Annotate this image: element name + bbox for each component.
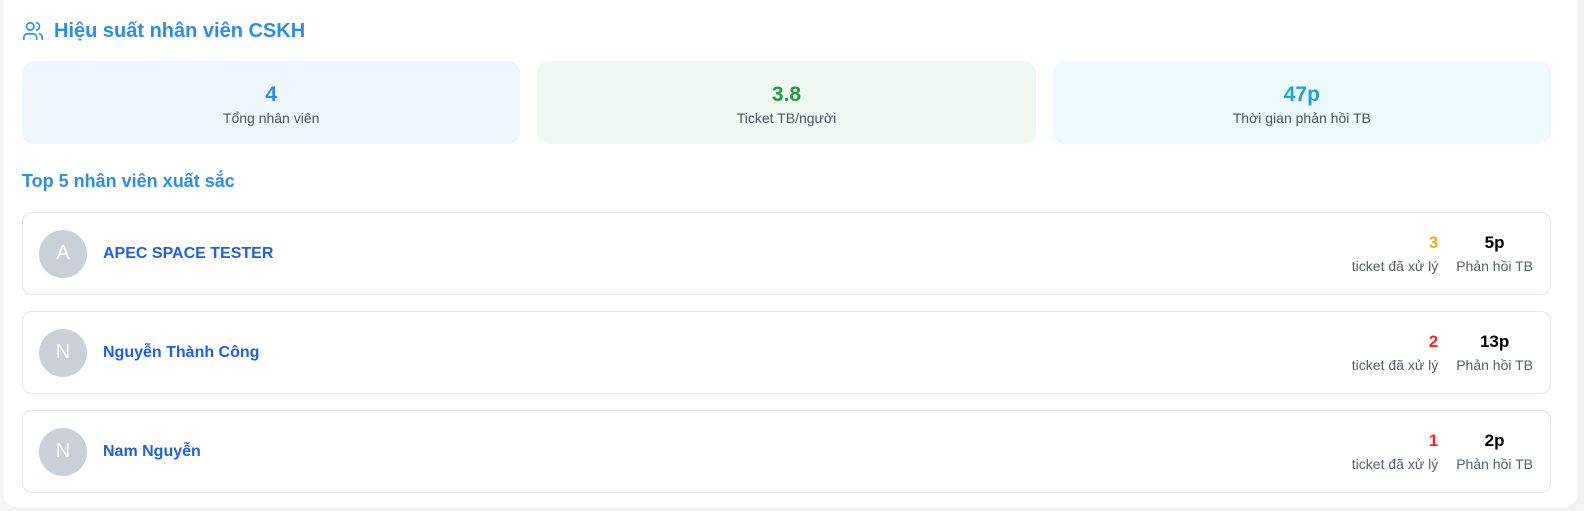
tickets-label: ticket đã xử lý xyxy=(1351,357,1439,373)
stat-value: 3.8 xyxy=(771,83,802,106)
list-item[interactable]: N Nguyễn Thành Công 2 ticket đã xử lý 13… xyxy=(22,311,1551,394)
tickets-label: ticket đã xử lý xyxy=(1351,258,1439,274)
response-label: Phản hồi TB xyxy=(1456,258,1533,274)
response-label: Phản hồi TB xyxy=(1456,357,1533,373)
avatar: N xyxy=(39,328,87,377)
staff-performance-panel: Hiệu suất nhân viên CSKH 4 Tổng nhân viê… xyxy=(3,0,1578,507)
stat-label: Thời gian phản hồi TB xyxy=(1232,110,1371,126)
stat-label: Ticket TB/người xyxy=(736,110,837,126)
tickets-count: 3 xyxy=(1428,233,1439,252)
list-item[interactable]: N Nam Nguyễn 1 ticket đã xử lý 2p Phản h… xyxy=(22,410,1551,493)
response-metric: 5p Phản hồi TB xyxy=(1456,233,1533,274)
response-time: 2p xyxy=(1484,431,1505,450)
avatar: A xyxy=(39,229,87,278)
top-employees-list: A APEC SPACE TESTER 3 ticket đã xử lý 5p… xyxy=(22,212,1551,509)
tickets-label: ticket đã xử lý xyxy=(1351,456,1439,472)
tickets-metric: 2 ticket đã xử lý xyxy=(1352,332,1438,373)
avatar: N xyxy=(39,427,87,476)
response-metric: 13p Phản hồi TB xyxy=(1456,332,1533,373)
employee-name[interactable]: Nguyễn Thành Công xyxy=(103,344,1352,362)
tickets-count: 1 xyxy=(1428,431,1439,450)
response-metric: 2p Phản hồi TB xyxy=(1456,431,1533,472)
stat-avg-response: 47p Thời gian phản hồi TB xyxy=(1052,61,1551,144)
stat-avg-tickets: 3.8 Ticket TB/người xyxy=(537,61,1036,144)
tickets-metric: 3 ticket đã xử lý xyxy=(1352,233,1438,274)
stat-value: 4 xyxy=(265,83,277,106)
response-time: 13p xyxy=(1479,332,1510,351)
section-title: Top 5 nhân viên xuất sắc xyxy=(22,171,235,191)
stat-value: 47p xyxy=(1283,83,1320,106)
stat-total-staff: 4 Tổng nhân viên xyxy=(22,61,521,144)
employee-name[interactable]: APEC SPACE TESTER xyxy=(103,245,1352,263)
summary-stats: 4 Tổng nhân viên 3.8 Ticket TB/người 47p… xyxy=(22,61,1551,144)
panel-title: Hiệu suất nhân viên CSKH xyxy=(54,19,306,42)
response-label: Phản hồi TB xyxy=(1456,456,1533,472)
stat-label: Tổng nhân viên xyxy=(222,110,320,126)
response-time: 5p xyxy=(1484,233,1505,252)
panel-header: Hiệu suất nhân viên CSKH xyxy=(22,19,305,43)
users-icon xyxy=(22,20,44,42)
list-item[interactable]: A APEC SPACE TESTER 3 ticket đã xử lý 5p… xyxy=(22,212,1551,295)
employee-name[interactable]: Nam Nguyễn xyxy=(103,443,1352,461)
tickets-count: 2 xyxy=(1428,332,1439,351)
tickets-metric: 1 ticket đã xử lý xyxy=(1352,431,1438,472)
